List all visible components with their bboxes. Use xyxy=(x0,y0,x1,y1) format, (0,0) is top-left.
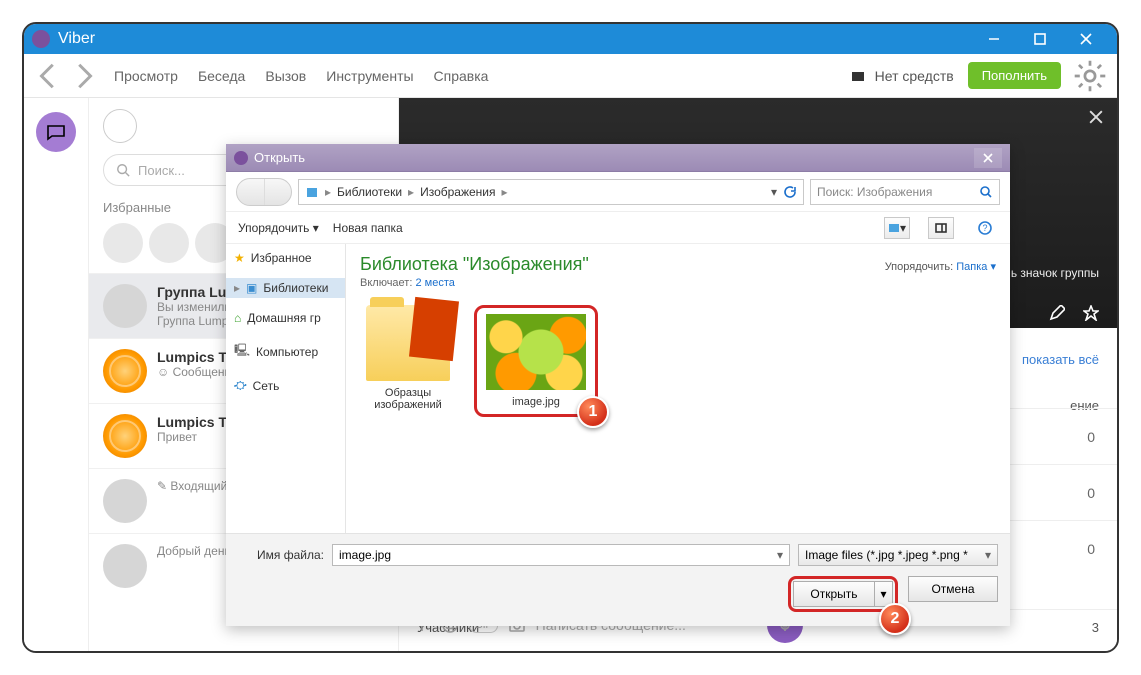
panel-close-button[interactable] xyxy=(1089,110,1103,129)
favorite-item[interactable] xyxy=(149,223,189,263)
file-type-filter[interactable]: Image files (*.jpg *.jpeg *.png *▾ xyxy=(798,544,998,566)
filename-input[interactable]: image.jpg ▾ xyxy=(332,544,790,566)
participants-count: 3 xyxy=(1092,620,1099,635)
open-dropdown[interactable]: ▾ xyxy=(874,582,892,606)
window-title: Viber xyxy=(58,30,95,48)
minimize-button[interactable] xyxy=(971,24,1017,54)
close-button[interactable] xyxy=(1063,24,1109,54)
nav-tree: ★Избранное ▸▣Библиотеки ⌂Домашняя гр 🖳Ко… xyxy=(226,244,346,533)
libraries-icon: ▣ xyxy=(246,281,257,295)
chat-avatar xyxy=(103,349,147,393)
topup-button[interactable]: Пополнить xyxy=(968,62,1061,89)
forward-button[interactable] xyxy=(68,61,98,91)
help-button[interactable]: ? xyxy=(972,217,998,239)
dialog-logo-icon xyxy=(234,151,248,165)
menu-call[interactable]: Вызов xyxy=(265,68,306,84)
nav-rail xyxy=(24,98,89,651)
nav-favorites[interactable]: ★Избранное xyxy=(226,248,345,268)
profile-avatar[interactable] xyxy=(103,109,137,143)
titlebar: Viber xyxy=(24,24,1117,54)
viber-logo-icon xyxy=(32,30,50,48)
dialog-search-input[interactable]: Поиск: Изображения xyxy=(810,179,1000,205)
image-thumbnail xyxy=(486,314,586,390)
address-bar[interactable]: ▸ Библиотеки ▸ Изображения ▸ ▾ xyxy=(298,179,804,205)
nav-libraries[interactable]: ▸▣Библиотеки xyxy=(226,278,345,298)
show-all-link[interactable]: показать всё xyxy=(1022,352,1099,367)
chat-avatar xyxy=(103,544,147,588)
preview-pane-button[interactable] xyxy=(928,217,954,239)
new-folder-button[interactable]: Новая папка xyxy=(333,221,403,235)
view-mode-button[interactable]: ▾ xyxy=(884,217,910,239)
nav-homegroup[interactable]: ⌂Домашняя гр xyxy=(226,308,345,328)
callout-badge-1: 1 xyxy=(577,396,609,428)
maximize-button[interactable] xyxy=(1017,24,1063,54)
organize-button[interactable]: Упорядочить ▾ xyxy=(238,221,319,235)
edit-icon[interactable] xyxy=(1049,305,1065,321)
nav-network[interactable]: ⛮Сеть xyxy=(226,375,345,396)
libraries-icon xyxy=(305,185,319,199)
homegroup-icon: ⌂ xyxy=(234,311,241,325)
group-icon-hint: ь значок группы xyxy=(1011,266,1099,280)
chats-tab-icon[interactable] xyxy=(36,112,76,152)
settings-button[interactable] xyxy=(1073,59,1107,93)
cancel-button[interactable]: Отмена xyxy=(908,576,998,602)
library-subtitle: Включает: 2 места xyxy=(360,277,996,289)
filename-label: Имя файла: xyxy=(238,548,324,562)
back-button[interactable] xyxy=(34,61,64,91)
file-item-selected[interactable]: image.jpg 1 xyxy=(474,305,598,417)
svg-text:?: ? xyxy=(982,223,987,233)
search-icon xyxy=(116,163,130,177)
dialog-title: Открыть xyxy=(254,150,305,165)
star-icon[interactable] xyxy=(1083,305,1099,321)
menu-view[interactable]: Просмотр xyxy=(114,68,178,84)
favorite-item[interactable] xyxy=(103,223,143,263)
menu-chat[interactable]: Беседа xyxy=(198,68,245,84)
dialog-close-button[interactable] xyxy=(974,148,1002,168)
search-icon xyxy=(979,185,993,199)
star-icon: ★ xyxy=(234,251,245,265)
chat-avatar xyxy=(103,284,147,328)
file-open-dialog: Открыть ▸ Библиотеки ▸ Изображения ▸ ▾ П… xyxy=(226,144,1010,626)
nav-computer[interactable]: 🖳Компьютер xyxy=(226,338,345,365)
menu-tools[interactable]: Инструменты xyxy=(326,68,413,84)
computer-icon: 🖳 xyxy=(234,341,250,362)
folder-icon xyxy=(366,305,450,381)
wallet-balance: Нет средств xyxy=(849,67,954,85)
arrange-by[interactable]: Упорядочить: Папка ▾ xyxy=(885,260,996,273)
nav-history-buttons[interactable] xyxy=(236,178,292,206)
main-toolbar: Просмотр Беседа Вызов Инструменты Справк… xyxy=(24,54,1117,98)
wallet-icon xyxy=(849,67,867,85)
menu-help[interactable]: Справка xyxy=(434,68,489,84)
chat-avatar xyxy=(103,414,147,458)
folder-item[interactable]: Образцы изображений xyxy=(360,305,456,417)
chat-avatar xyxy=(103,479,147,523)
network-icon: ⛮ xyxy=(234,378,247,393)
refresh-icon[interactable] xyxy=(783,185,797,199)
callout-badge-2: 2 xyxy=(879,603,911,635)
open-button[interactable]: Открыть ▾ xyxy=(793,581,893,607)
